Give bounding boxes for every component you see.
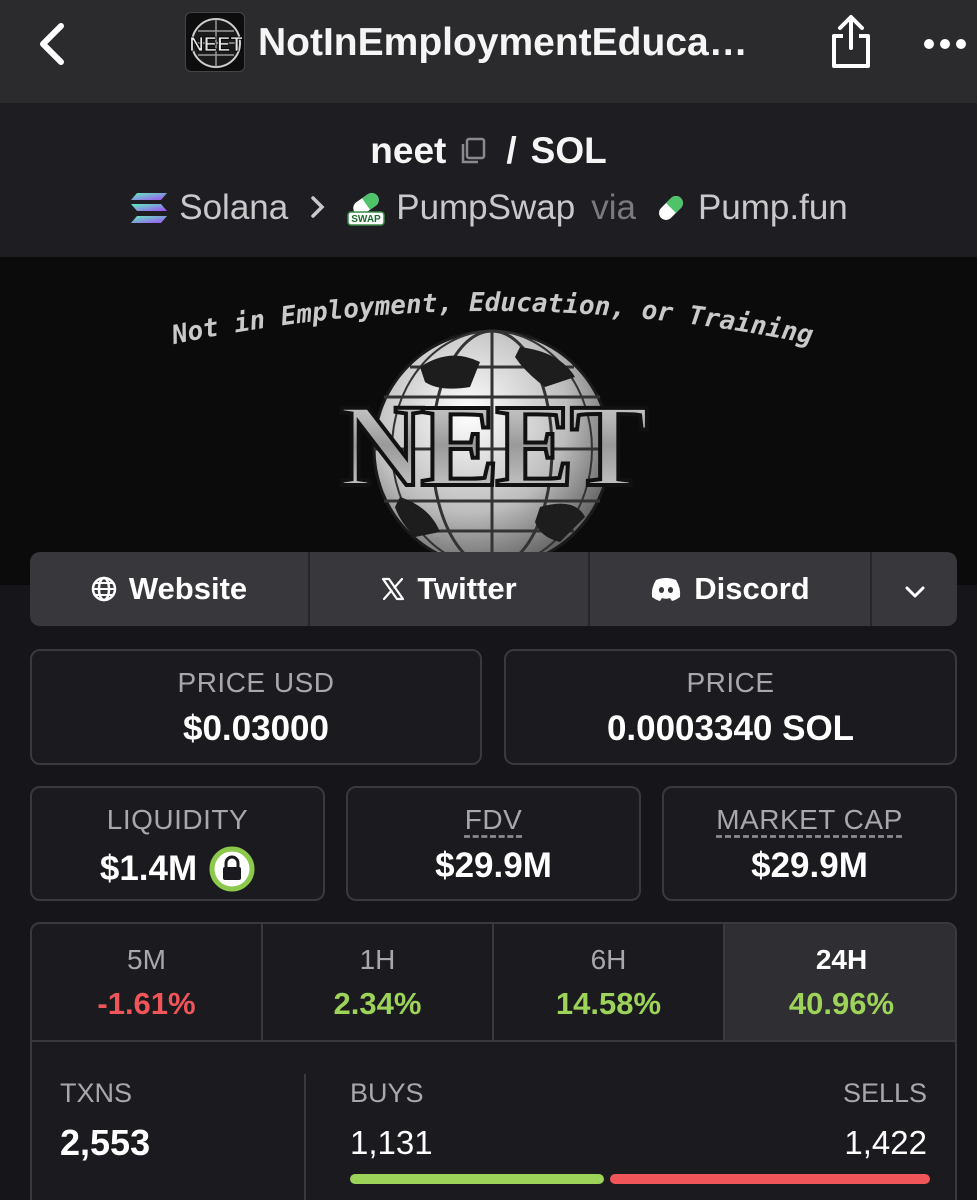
tab-6h[interactable]: 6H 14.58% (494, 924, 725, 1040)
via-label: via (591, 188, 636, 227)
pumpswap-icon: SWAP (346, 188, 386, 228)
social-links: Website Twitter Discord (30, 552, 957, 626)
chain-link[interactable]: Solana (179, 188, 288, 228)
top-nav-bar: NEET NotInEmploymentEduca… (0, 0, 977, 103)
price-usd-value: $0.03000 (183, 709, 329, 748)
website-label: Website (128, 571, 248, 606)
x-logo-icon (381, 577, 405, 601)
website-button[interactable]: Website (30, 552, 310, 626)
price-usd-label: PRICE USD (177, 667, 335, 698)
market-cap-label: MARKET CAP (716, 804, 903, 835)
pair-title: neet / SOL (0, 125, 977, 177)
more-links-button[interactable] (872, 552, 957, 626)
tab-6h-label: 6H (590, 944, 627, 975)
price-native-label: PRICE (686, 667, 775, 698)
tab-6h-change: 14.58% (555, 986, 662, 1021)
tab-24h-change: 40.96% (788, 986, 895, 1021)
discord-icon (650, 576, 682, 602)
pair-header: neet / SOL Solana SWAP PumpSwap via Pump… (0, 103, 977, 257)
price-native-card: PRICE 0.0003340 SOL (504, 649, 957, 765)
fdv-card[interactable]: FDV $29.9M (346, 786, 641, 901)
txns-value: 2,553 (60, 1122, 151, 1163)
chevron-right-icon (310, 188, 326, 228)
market-cap-card[interactable]: MARKET CAP $29.9M (662, 786, 957, 901)
timeframe-tabs: 5M -1.61% 1H 2.34% 6H 14.58% 24H 40.96% (32, 924, 955, 1042)
share-icon[interactable] (825, 12, 877, 72)
page-title[interactable]: NotInEmploymentEduca… (258, 18, 798, 68)
liquidity-value-row: $1.4M (32, 846, 323, 892)
pair-base-symbol: neet (370, 130, 447, 171)
sells-label: SELLS (842, 1078, 927, 1108)
tab-5m-label: 5M (127, 944, 166, 975)
tab-5m[interactable]: 5M -1.61% (32, 924, 263, 1040)
tab-24h-label: 24H (815, 944, 868, 975)
buys-value: 1,131 (350, 1124, 433, 1161)
buys-label: BUYS (350, 1078, 424, 1108)
discord-button[interactable]: Discord (590, 552, 872, 626)
pumpswap-badge-text: SWAP (351, 214, 381, 225)
globe-icon (91, 576, 117, 602)
lock-icon[interactable] (209, 846, 255, 892)
twitter-button[interactable]: Twitter (310, 552, 590, 626)
twitter-label: Twitter (417, 571, 517, 606)
txns-divider (304, 1074, 306, 1200)
launchpad-link[interactable]: Pump.fun (698, 188, 848, 228)
liquidity-card: LIQUIDITY $1.4M (30, 786, 325, 901)
buy-ratio-fill (350, 1174, 604, 1184)
pair-quote-symbol: SOL (530, 130, 607, 171)
market-cap-value: $29.9M (751, 846, 868, 885)
dex-link[interactable]: PumpSwap (396, 188, 575, 228)
fdv-label: FDV (464, 804, 523, 835)
pumpfun-icon (654, 191, 688, 225)
buy-sell-ratio-bar (350, 1174, 930, 1184)
breadcrumb: Solana SWAP PumpSwap via Pump.fun (0, 183, 977, 233)
timeframe-panel: 5M -1.61% 1H 2.34% 6H 14.58% 24H 40.96% … (30, 922, 957, 1200)
tab-1h-label: 1H (359, 944, 396, 975)
more-options-icon[interactable] (918, 24, 972, 64)
banner-logo-text: NEET (339, 380, 647, 511)
back-icon[interactable] (30, 20, 74, 68)
discord-label: Discord (694, 571, 810, 606)
price-usd-card: PRICE USD $0.03000 (30, 649, 482, 765)
fdv-value: $29.9M (435, 846, 552, 885)
pair-separator: / (506, 130, 517, 171)
tab-1h[interactable]: 1H 2.34% (263, 924, 494, 1040)
sells-value: 1,422 (844, 1124, 927, 1161)
sell-ratio-fill (610, 1174, 930, 1184)
txns-label: TXNS (60, 1078, 133, 1108)
solana-icon (129, 191, 169, 225)
token-banner: Not in Employment, Education, or Trainin… (0, 257, 977, 585)
copy-icon[interactable] (458, 136, 488, 166)
price-native-value: 0.0003340 SOL (606, 709, 855, 748)
tab-24h[interactable]: 24H 40.96% (725, 924, 955, 1040)
tab-5m-change: -1.61% (97, 986, 196, 1021)
liquidity-value: $1.4M (99, 849, 198, 888)
liquidity-label: LIQUIDITY (106, 804, 249, 835)
avatar-logo-text: NEET (189, 34, 242, 56)
chevron-down-icon (904, 571, 926, 607)
tab-1h-change: 2.34% (333, 986, 422, 1021)
token-avatar: NEET (185, 12, 245, 72)
